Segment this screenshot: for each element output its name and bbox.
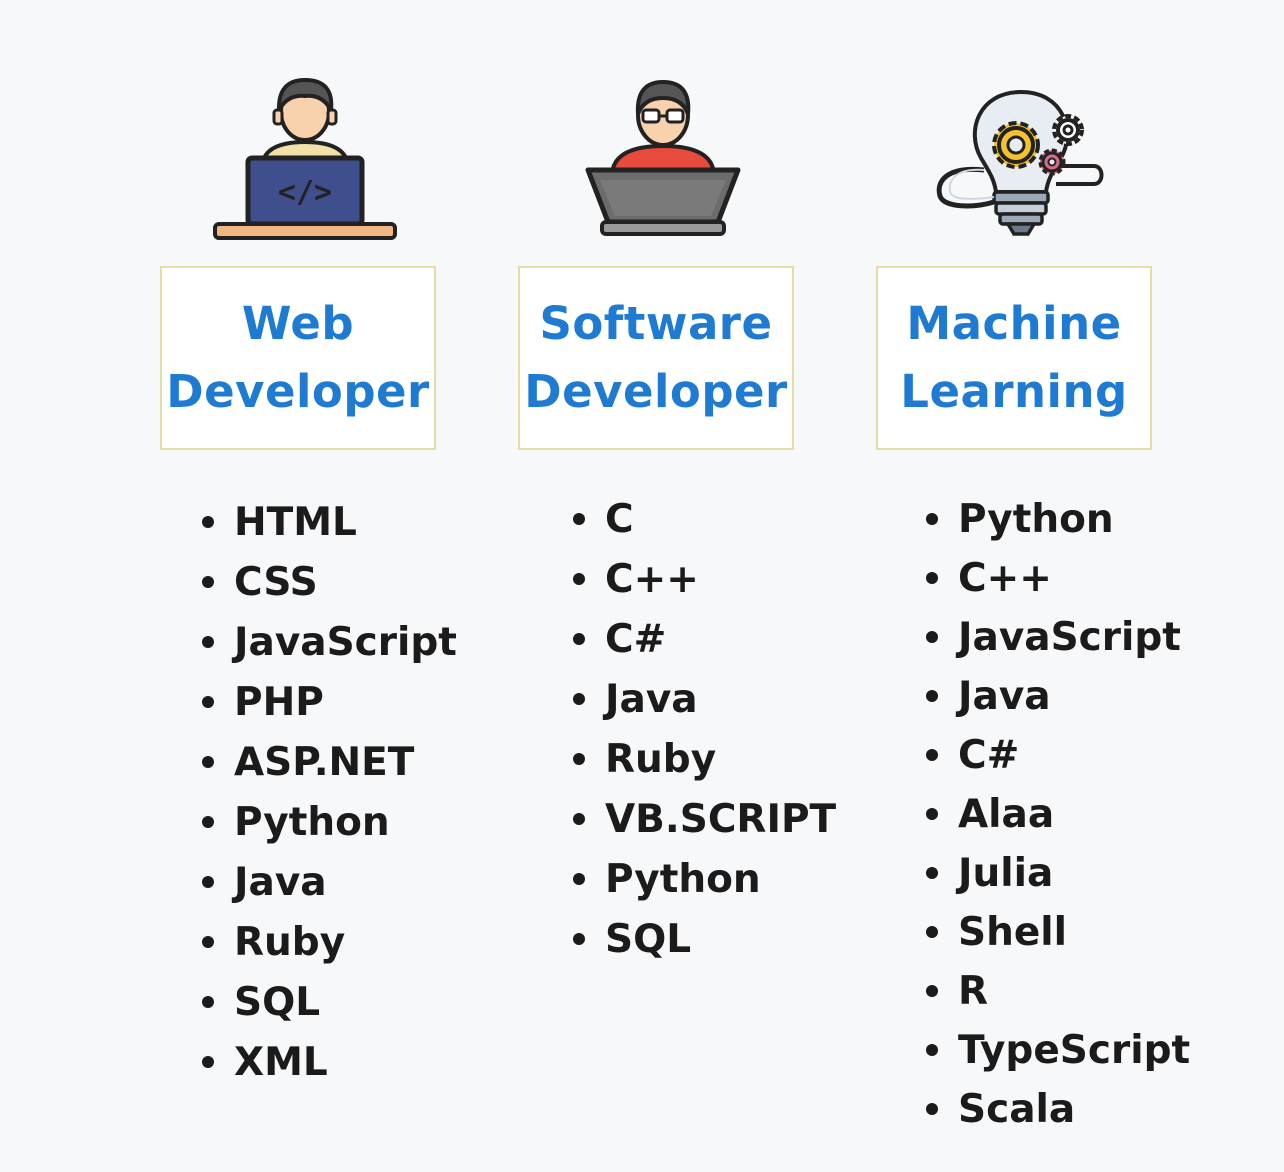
software-developer-title-line-1: Software — [539, 297, 773, 350]
list-item: C++ — [573, 550, 836, 610]
bullet-icon — [202, 635, 214, 648]
bullet-icon — [573, 872, 585, 885]
bullet-icon — [926, 748, 938, 761]
list-item: Julia — [926, 844, 1190, 903]
software-developer-title-box: Software Developer — [518, 266, 794, 450]
software-developer-title-line-2: Developer — [524, 365, 788, 418]
list-item: JavaScript — [202, 613, 457, 673]
bullet-icon — [573, 932, 585, 945]
bullet-icon — [926, 925, 938, 938]
list-item: C — [573, 490, 836, 550]
bullet-icon — [573, 632, 585, 645]
list-item: HTML — [202, 493, 457, 553]
svg-text:</>: </> — [278, 175, 332, 210]
bullet-icon — [202, 695, 214, 708]
machine-learning-title-line-2: Learning — [900, 365, 1128, 418]
list-item: R — [926, 962, 1190, 1021]
bullet-icon — [573, 752, 585, 765]
bullet-icon — [926, 689, 938, 702]
list-item: C++ — [926, 549, 1190, 608]
list-item: Scala — [926, 1080, 1190, 1139]
software-developer-icon — [498, 70, 828, 250]
software-developer-language-list: C C++ C# Java Ruby VB.SCRIPT Python SQL — [573, 490, 836, 970]
bullet-icon — [202, 755, 214, 768]
bullet-icon — [573, 692, 585, 705]
bullet-icon — [926, 984, 938, 997]
web-developer-language-list: HTML CSS JavaScript PHP ASP.NET Python J… — [202, 493, 457, 1093]
list-item: Shell — [926, 903, 1190, 962]
bullet-icon — [202, 575, 214, 588]
web-developer-title-line-2: Developer — [166, 365, 430, 418]
list-item: C# — [573, 610, 836, 670]
bullet-icon — [926, 1102, 938, 1115]
bullet-icon — [926, 512, 938, 525]
list-item: SQL — [202, 973, 457, 1033]
list-item: Alaa — [926, 785, 1190, 844]
list-item: VB.SCRIPT — [573, 790, 836, 850]
web-developer-title-line-1: Web — [241, 297, 355, 350]
bullet-icon — [926, 1043, 938, 1056]
list-item: CSS — [202, 553, 457, 613]
list-item: Python — [926, 490, 1190, 549]
bullet-icon — [573, 572, 585, 585]
bullet-icon — [926, 807, 938, 820]
list-item: C# — [926, 726, 1190, 785]
list-item: Ruby — [202, 913, 457, 973]
bullet-icon — [202, 995, 214, 1008]
list-item: PHP — [202, 673, 457, 733]
list-item: Python — [202, 793, 457, 853]
web-developer-icon: </> — [140, 70, 470, 250]
list-item: Ruby — [573, 730, 836, 790]
web-developer-title-box: Web Developer — [160, 266, 436, 450]
list-item: Java — [573, 670, 836, 730]
bullet-icon — [202, 815, 214, 828]
list-item: JavaScript — [926, 608, 1190, 667]
list-item: Python — [573, 850, 836, 910]
machine-learning-language-list: Python C++ JavaScript Java C# Alaa Julia… — [926, 490, 1190, 1139]
list-item: ASP.NET — [202, 733, 457, 793]
bullet-icon — [926, 630, 938, 643]
bullet-icon — [926, 571, 938, 584]
machine-learning-title-box: Machine Learning — [876, 266, 1152, 450]
bullet-icon — [202, 1055, 214, 1068]
list-item: Java — [202, 853, 457, 913]
list-item: Java — [926, 667, 1190, 726]
bullet-icon — [926, 866, 938, 879]
machine-learning-icon — [856, 70, 1186, 250]
bullet-icon — [202, 875, 214, 888]
machine-learning-title-line-1: Machine — [906, 297, 1122, 350]
bullet-icon — [573, 812, 585, 825]
bullet-icon — [202, 515, 214, 528]
bullet-icon — [202, 935, 214, 948]
list-item: SQL — [573, 910, 836, 970]
list-item: TypeScript — [926, 1021, 1190, 1080]
list-item: XML — [202, 1033, 457, 1093]
bullet-icon — [573, 512, 585, 525]
